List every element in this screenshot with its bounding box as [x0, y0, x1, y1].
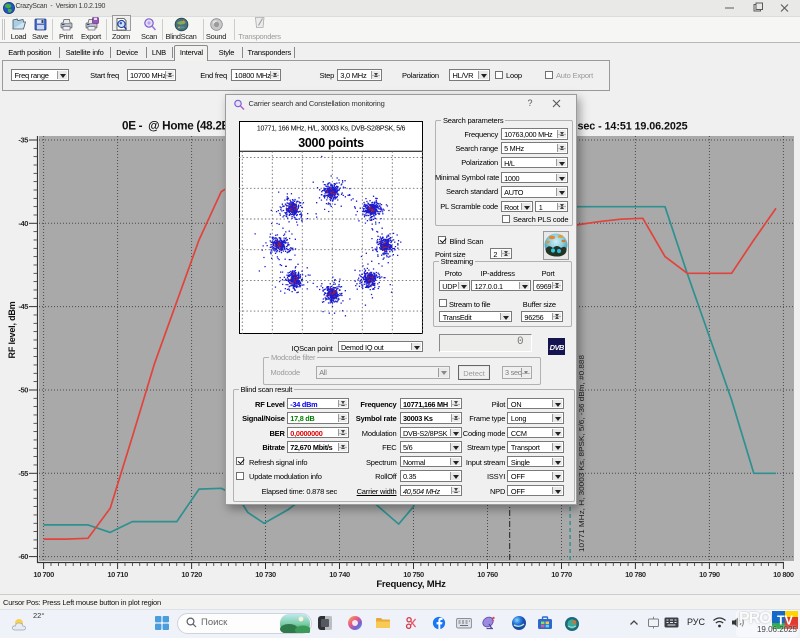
svg-text:10 710: 10 710: [107, 570, 128, 579]
svg-text:0E - @ Home (48.2E: 0E - @ Home (48.2E: [122, 120, 230, 133]
svg-text:RF level, dBm: RF level, dBm: [7, 301, 17, 358]
svg-text:10 730: 10 730: [255, 570, 276, 579]
svg-text:10771 MHz, H, 30003 Ks, 8PSK,: 10771 MHz, H, 30003 Ks, 8PSK, 5/6, -36 d…: [577, 355, 586, 552]
svg-text:10 780: 10 780: [625, 570, 646, 579]
svg-text:-45: -45: [18, 302, 28, 311]
svg-text:10 770: 10 770: [551, 570, 572, 579]
svg-text:10 740: 10 740: [329, 570, 350, 579]
svg-text:3000 points: 3000 points: [298, 136, 364, 150]
svg-text:10 720: 10 720: [181, 570, 202, 579]
svg-text:-35: -35: [18, 136, 28, 145]
svg-text:10 700: 10 700: [33, 570, 54, 579]
svg-text:10 800: 10 800: [773, 570, 794, 579]
svg-text:10771, 166 MHz, H/L, 30003 Ks,: 10771, 166 MHz, H/L, 30003 Ks, DVB-S2/8P…: [257, 125, 406, 132]
svg-text:10 790: 10 790: [699, 570, 720, 579]
svg-text:-55: -55: [18, 469, 28, 478]
svg-text:-40: -40: [18, 219, 28, 228]
svg-text:10 750: 10 750: [403, 570, 424, 579]
svg-text:sec - 14:51 19.06.2025: sec - 14:51 19.06.2025: [578, 121, 688, 133]
svg-text:10 760: 10 760: [477, 570, 498, 579]
svg-text:Frequency, MHz: Frequency, MHz: [376, 579, 446, 590]
svg-text:-60: -60: [18, 552, 28, 561]
svg-text:-50: -50: [18, 386, 28, 395]
